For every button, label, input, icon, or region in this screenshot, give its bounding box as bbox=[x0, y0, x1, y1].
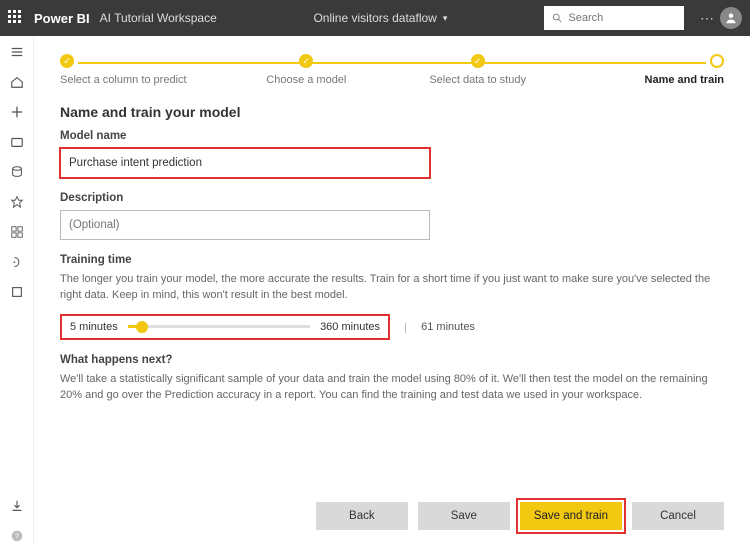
data-hub-icon[interactable] bbox=[9, 164, 25, 180]
slider-track[interactable] bbox=[128, 325, 310, 328]
separator: | bbox=[404, 320, 407, 334]
search-input[interactable] bbox=[568, 12, 676, 24]
check-icon: ✓ bbox=[471, 54, 485, 68]
app-launcher-icon[interactable] bbox=[8, 10, 24, 26]
learn-icon[interactable] bbox=[9, 254, 25, 270]
main-content: ✓ Select a column to predict ✓ Choose a … bbox=[34, 36, 750, 544]
back-button[interactable]: Back bbox=[316, 502, 408, 530]
slider-thumb[interactable] bbox=[136, 321, 148, 333]
slider-value: 61 minutes bbox=[421, 321, 475, 333]
step-label: Choose a model bbox=[266, 74, 346, 86]
user-avatar[interactable] bbox=[720, 7, 742, 29]
save-button[interactable]: Save bbox=[418, 502, 510, 530]
step-select-data[interactable]: ✓ Select data to study bbox=[403, 54, 553, 86]
workspaces-icon[interactable] bbox=[9, 284, 25, 300]
step-choose-model[interactable]: ✓ Choose a model bbox=[231, 54, 381, 86]
left-nav: ? bbox=[0, 36, 34, 544]
step-label: Name and train bbox=[645, 74, 724, 86]
check-icon: ✓ bbox=[60, 54, 74, 68]
step-label: Select data to study bbox=[429, 74, 526, 86]
chevron-down-icon: ▾ bbox=[443, 13, 448, 24]
plus-icon[interactable] bbox=[9, 104, 25, 120]
slider-min-label: 5 minutes bbox=[70, 321, 118, 333]
training-time-label: Training time bbox=[60, 254, 724, 266]
app-header: Power BI AI Tutorial Workspace Online vi… bbox=[0, 0, 750, 36]
help-icon[interactable]: ? bbox=[9, 528, 25, 544]
search-icon bbox=[552, 12, 562, 24]
brand-label: Power BI bbox=[34, 11, 90, 26]
workspace-name: AI Tutorial Workspace bbox=[100, 11, 217, 25]
wizard-stepper: ✓ Select a column to predict ✓ Choose a … bbox=[60, 54, 724, 94]
menu-icon[interactable] bbox=[9, 44, 25, 60]
model-name-input[interactable] bbox=[60, 148, 430, 178]
search-box[interactable] bbox=[544, 6, 684, 30]
cancel-button[interactable]: Cancel bbox=[632, 502, 724, 530]
step-current-icon bbox=[710, 54, 724, 68]
description-label: Description bbox=[60, 192, 724, 204]
download-icon[interactable] bbox=[9, 498, 25, 514]
save-and-train-button[interactable]: Save and train bbox=[520, 502, 622, 530]
wizard-footer: Back Save Save and train Cancel bbox=[316, 502, 724, 530]
dataflow-dropdown[interactable]: Online visitors dataflow ▾ bbox=[217, 11, 544, 25]
browse-icon[interactable] bbox=[9, 134, 25, 150]
dataflow-name: Online visitors dataflow bbox=[313, 11, 436, 25]
model-name-label: Model name bbox=[60, 130, 724, 142]
training-time-slider[interactable]: 5 minutes 360 minutes bbox=[60, 314, 390, 340]
page-title: Name and train your model bbox=[60, 104, 724, 120]
training-time-help: The longer you train your model, the mor… bbox=[60, 272, 724, 304]
metrics-icon[interactable] bbox=[9, 194, 25, 210]
slider-max-label: 360 minutes bbox=[320, 321, 380, 333]
step-label: Select a column to predict bbox=[60, 74, 187, 86]
apps-icon[interactable] bbox=[9, 224, 25, 240]
step-name-train[interactable]: Name and train bbox=[574, 54, 724, 86]
what-next-label: What happens next? bbox=[60, 354, 724, 366]
what-next-body: We'll take a statistically significant s… bbox=[60, 372, 724, 404]
check-icon: ✓ bbox=[299, 54, 313, 68]
more-options-icon[interactable]: ⋯ bbox=[700, 10, 714, 27]
person-icon bbox=[725, 12, 737, 24]
description-input[interactable] bbox=[60, 210, 430, 240]
svg-text:?: ? bbox=[15, 534, 19, 541]
step-select-column[interactable]: ✓ Select a column to predict bbox=[60, 54, 210, 86]
home-icon[interactable] bbox=[9, 74, 25, 90]
